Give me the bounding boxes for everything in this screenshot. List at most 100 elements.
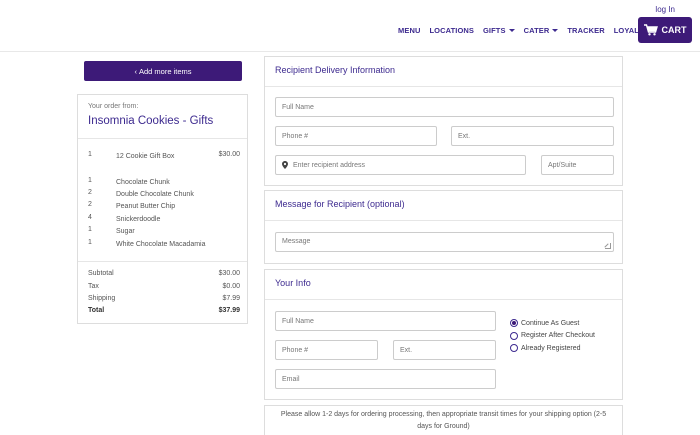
placeholder: Full Name: [282, 103, 314, 111]
your-ext-field[interactable]: Ext.: [393, 340, 496, 360]
nav-label: TRACKER: [567, 26, 605, 35]
item-name: 12 Cookie Gift Box: [116, 153, 175, 160]
location-pin-icon: [282, 161, 288, 169]
list-item: 2 Peanut Butter Chip: [88, 201, 240, 214]
radio-label: Already Registered: [521, 344, 581, 352]
nav-item-cater[interactable]: CATER: [524, 26, 559, 35]
cart-button[interactable]: CART: [638, 17, 692, 43]
item-name: Snickerdoodle: [116, 216, 161, 223]
tax-value: $0.00: [222, 283, 240, 290]
add-more-label: Add more items: [138, 66, 192, 76]
placeholder: Message: [282, 238, 311, 245]
radio-register-after-checkout[interactable]: Register After Checkout: [510, 330, 595, 343]
nav-item-menu[interactable]: MENU: [398, 26, 420, 35]
placeholder: Apt/Suite: [548, 161, 577, 169]
placeholder: Phone #: [282, 346, 309, 354]
your-phone-field[interactable]: Phone #: [275, 340, 378, 360]
total-row: Total $37.99: [88, 307, 240, 314]
nav-label: CATER: [523, 26, 550, 35]
recipient-phone-field[interactable]: Phone #: [275, 126, 437, 146]
recipient-section: Recipient Delivery Information Full Name…: [264, 56, 623, 186]
list-item: 1 White Chocolate Macadamia: [88, 239, 240, 252]
tax-row: Tax $0.00: [88, 283, 240, 290]
subtotal-row: Subtotal $30.00: [88, 270, 240, 277]
radio-already-registered[interactable]: Already Registered: [510, 342, 595, 355]
divider: [265, 86, 622, 87]
your-full-name-field[interactable]: Full Name: [275, 311, 496, 331]
radio-unselected-icon[interactable]: [510, 331, 518, 340]
radio-continue-as-guest[interactable]: Continue As Guest: [510, 317, 595, 330]
caret-down-icon: [552, 29, 559, 32]
shipping-label: Shipping: [88, 295, 116, 302]
placeholder: Ext.: [400, 346, 413, 354]
store-name: Insomnia Cookies - Gifts: [88, 115, 214, 127]
radio-unselected-icon[interactable]: [510, 344, 518, 353]
chevron-left-icon: ‹: [134, 66, 137, 76]
order-summary: Your order from: Insomnia Cookies - Gift…: [77, 94, 248, 324]
site-header: log In MENU LOCATIONS GIFTS CATER TRACKE…: [0, 0, 700, 52]
main-nav: MENU LOCATIONS GIFTS CATER TRACKER LOYAL…: [398, 26, 648, 35]
item-qty: 4: [88, 214, 92, 221]
item-name: Double Chocolate Chunk: [116, 191, 194, 198]
shipping-notice: Please allow 1-2 days for ordering proce…: [264, 405, 623, 435]
item-qty: 2: [88, 189, 92, 196]
item-name: White Chocolate Macadamia: [116, 241, 206, 248]
resize-handle-icon[interactable]: [605, 243, 611, 249]
placeholder: Phone #: [282, 132, 309, 140]
your-email-field[interactable]: Email: [275, 369, 496, 389]
divider: [265, 220, 622, 221]
list-item: 4 Snickerdoodle: [88, 214, 240, 227]
add-more-items-button[interactable]: ‹ Add more items: [84, 61, 242, 81]
order-from-label: Your order from:: [88, 103, 139, 110]
section-title: Your Info: [275, 278, 311, 288]
item-name: Sugar: [116, 228, 135, 235]
item-qty: 2: [88, 201, 92, 208]
divider: [78, 261, 247, 262]
list-item: 1 Chocolate Chunk: [88, 177, 240, 190]
item-name: Chocolate Chunk: [116, 179, 170, 186]
subtotal-label: Subtotal: [88, 270, 114, 277]
placeholder: Email: [282, 375, 300, 383]
message-section: Message for Recipient (optional) Message: [264, 190, 623, 264]
radio-label: Continue As Guest: [521, 319, 580, 327]
tax-label: Tax: [88, 283, 99, 290]
section-title: Recipient Delivery Information: [275, 65, 396, 75]
list-item: 2 Double Chocolate Chunk: [88, 189, 240, 202]
total-label: Total: [88, 307, 105, 314]
item-price: $30.00: [218, 151, 240, 158]
nav-label: MENU: [398, 26, 421, 35]
section-title: Message for Recipient (optional): [275, 199, 405, 209]
login-link[interactable]: log In: [655, 5, 675, 14]
message-textarea[interactable]: Message: [275, 232, 614, 252]
shipping-row: Shipping $7.99: [88, 295, 240, 302]
item-qty: 1: [88, 177, 92, 184]
radio-selected-icon[interactable]: [510, 319, 518, 328]
nav-label: GIFTS: [483, 26, 506, 35]
list-item: 1 Sugar: [88, 226, 240, 239]
placeholder: Ext.: [458, 132, 471, 140]
recipient-ext-field[interactable]: Ext.: [451, 126, 614, 146]
item-qty: 1: [88, 226, 92, 233]
caret-down-icon: [508, 29, 515, 32]
subtotal-value: $30.00: [218, 270, 240, 277]
divider: [265, 299, 622, 300]
radio-label: Register After Checkout: [521, 332, 595, 340]
recipient-address-field[interactable]: Enter recipient address: [275, 155, 526, 175]
nav-label: LOCATIONS: [429, 26, 474, 35]
placeholder: Full Name: [282, 317, 314, 325]
item-name: Peanut Butter Chip: [116, 203, 176, 210]
shipping-value: $7.99: [222, 295, 240, 302]
cart-label: CART: [661, 25, 687, 35]
placeholder: Enter recipient address: [293, 161, 365, 169]
total-value: $37.99: [218, 307, 240, 314]
recipient-full-name-field[interactable]: Full Name: [275, 97, 614, 117]
nav-item-tracker[interactable]: TRACKER: [567, 26, 604, 35]
nav-item-locations[interactable]: LOCATIONS: [429, 26, 474, 35]
nav-item-gifts[interactable]: GIFTS: [483, 26, 515, 35]
recipient-apt-field[interactable]: Apt/Suite: [541, 155, 614, 175]
list-item: 1 12 Cookie Gift Box $30.00: [88, 151, 240, 164]
item-qty: 1: [88, 151, 92, 158]
item-qty: 1: [88, 239, 92, 246]
cart-icon: [643, 24, 658, 36]
account-options: Continue As Guest Register After Checkou…: [510, 317, 595, 355]
